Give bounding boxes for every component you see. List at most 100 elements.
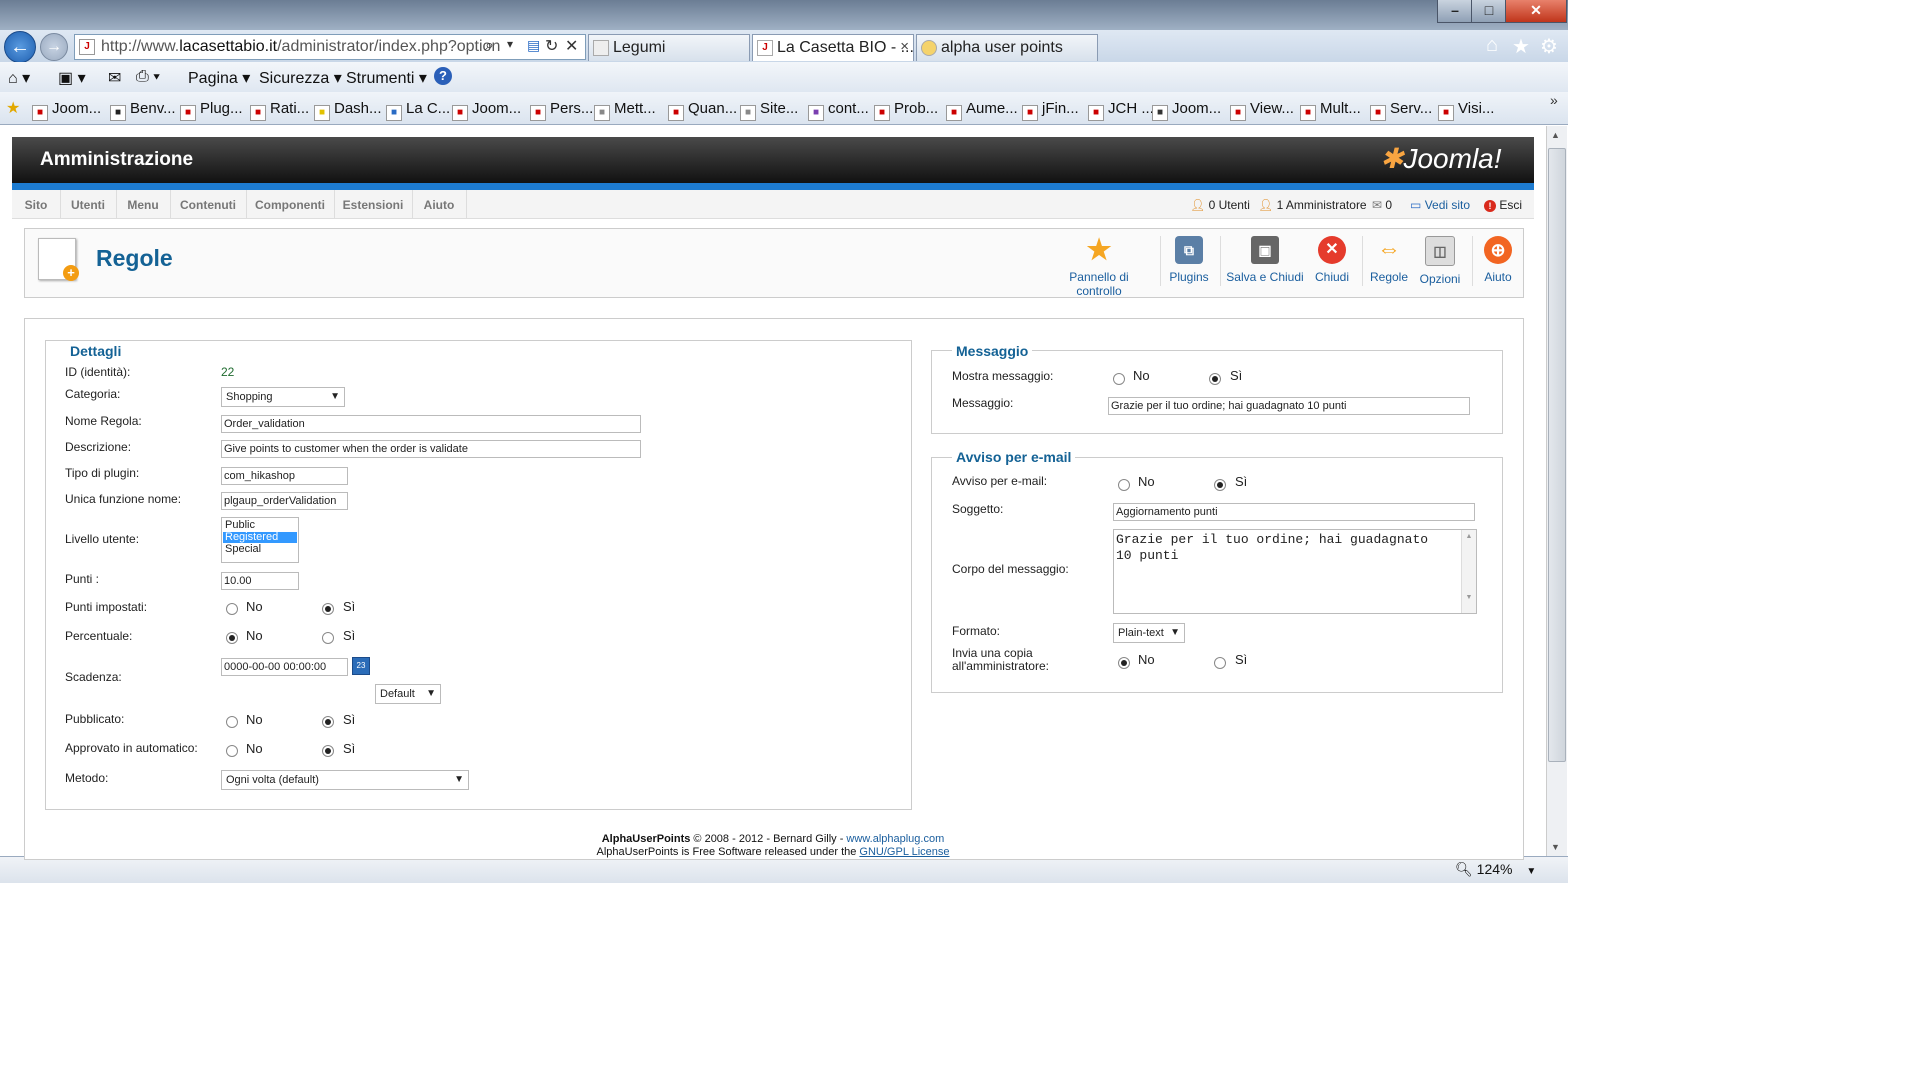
rule-name-input[interactable]: Order_validation bbox=[221, 415, 641, 433]
gear-icon[interactable]: ⚙ bbox=[1540, 34, 1558, 59]
plugins-button[interactable]: ⧉ Plugins bbox=[1166, 236, 1212, 290]
view-site-link[interactable]: ▭ Vedi sito bbox=[1410, 198, 1470, 212]
user-level-listbox[interactable]: Public Registered Special bbox=[221, 517, 299, 563]
favorites-star-icon[interactable]: ★ bbox=[6, 98, 20, 118]
tab-legumi[interactable]: Legumi bbox=[588, 34, 750, 61]
compatibility-view-icon[interactable]: ▤ bbox=[527, 37, 540, 54]
search-icon[interactable]: ⌕ bbox=[485, 37, 494, 55]
menu-strumenti[interactable]: Strumenti ▾ bbox=[346, 68, 427, 88]
favorite-link[interactable]: ■ Aume... bbox=[946, 100, 1018, 121]
tab-la-casetta-bio[interactable]: J La Casetta BIO - ... × bbox=[752, 34, 914, 61]
plugin-type-input[interactable]: com_hikashop bbox=[221, 467, 348, 485]
percentage-yes-radio[interactable] bbox=[322, 632, 334, 644]
favorite-link[interactable]: ■ Joom... bbox=[452, 100, 521, 121]
tab-alpha-user-points[interactable]: alpha user points bbox=[916, 34, 1098, 61]
menu-menu[interactable]: Menu bbox=[116, 190, 171, 218]
save-and-close-button[interactable]: ▣ Salva e Chiudi bbox=[1226, 236, 1304, 290]
copy-admin-no-radio[interactable] bbox=[1118, 657, 1130, 669]
rss-feed-icon[interactable]: ▣ ▾ bbox=[58, 68, 86, 88]
favorite-link[interactable]: ■ Plug... bbox=[180, 100, 243, 121]
favorite-link[interactable]: ■ Joom... bbox=[1152, 100, 1221, 121]
user-level-option[interactable]: Special bbox=[222, 544, 298, 555]
favorite-link[interactable]: ■ Visi... bbox=[1438, 100, 1494, 121]
favorite-link[interactable]: ■ Mett... bbox=[594, 100, 656, 121]
message-input[interactable]: Grazie per il tuo ordine; hai guadagnato… bbox=[1108, 397, 1470, 415]
show-message-no-radio[interactable] bbox=[1113, 373, 1125, 385]
favorite-link[interactable]: ■ Benv... bbox=[110, 100, 176, 121]
messages-status[interactable]: ✉ 0 bbox=[1372, 198, 1392, 212]
scrollbar-thumb[interactable] bbox=[1548, 148, 1566, 762]
auto-approved-no-radio[interactable] bbox=[226, 745, 238, 757]
close-button[interactable]: ✕ Chiudi bbox=[1310, 236, 1354, 290]
maximize-button[interactable]: □ bbox=[1471, 0, 1507, 23]
menu-sicurezza[interactable]: Sicurezza ▾ bbox=[259, 68, 342, 88]
fixed-points-no-radio[interactable] bbox=[226, 603, 238, 615]
favorite-link[interactable]: ■ Quan... bbox=[668, 100, 737, 121]
expiry-select[interactable]: Default ▼ bbox=[375, 684, 441, 704]
minimize-button[interactable]: – bbox=[1437, 0, 1473, 23]
category-select[interactable]: Shopping ▼ bbox=[221, 387, 345, 407]
favorite-link[interactable]: ■ Joom... bbox=[32, 100, 101, 121]
favorite-link[interactable]: ■ jFin... bbox=[1022, 100, 1079, 121]
published-yes-radio[interactable] bbox=[322, 716, 334, 728]
favorite-link[interactable]: ■ JCH ... bbox=[1088, 100, 1154, 121]
email-notify-no-radio[interactable] bbox=[1118, 479, 1130, 491]
method-select[interactable]: Ogni volta (default) ▼ bbox=[221, 770, 469, 790]
refresh-icon[interactable]: ↻ bbox=[545, 36, 558, 56]
stop-icon[interactable]: ✕ bbox=[565, 36, 578, 56]
user-level-option[interactable]: Public bbox=[222, 518, 298, 531]
favorite-link[interactable]: ■ cont... bbox=[808, 100, 869, 121]
scroll-up-icon[interactable]: ▲ bbox=[1551, 130, 1560, 140]
gpl-license-link[interactable]: GNU/GPL License bbox=[859, 846, 949, 858]
points-input[interactable]: 10.00 bbox=[221, 572, 299, 590]
user-level-option-selected[interactable]: Registered bbox=[223, 532, 297, 543]
favorites-star-icon[interactable]: ★ bbox=[1512, 34, 1530, 59]
back-arrow-icon[interactable]: ← bbox=[4, 31, 36, 63]
forward-arrow-icon[interactable]: → bbox=[40, 33, 68, 61]
subject-input[interactable]: Aggiornamento punti bbox=[1113, 503, 1475, 521]
menu-componenti[interactable]: Componenti bbox=[246, 190, 335, 218]
favorite-link[interactable]: ■ Serv... bbox=[1370, 100, 1432, 121]
body-textarea[interactable]: Grazie per il tuo ordine; hai guadagnato… bbox=[1113, 529, 1477, 614]
fixed-points-yes-radio[interactable] bbox=[322, 603, 334, 615]
control-panel-button[interactable]: ★ Pannello di controllo bbox=[1046, 236, 1152, 299]
scroll-down-icon[interactable]: ▼ bbox=[1462, 594, 1476, 601]
help-icon[interactable]: ? bbox=[434, 67, 452, 85]
menu-aiuto[interactable]: Aiuto bbox=[412, 190, 467, 218]
format-select[interactable]: Plain-text ▼ bbox=[1113, 623, 1185, 643]
print-icon[interactable]: ⎙ ▾ bbox=[136, 68, 160, 86]
close-tab-icon[interactable]: × bbox=[900, 38, 909, 55]
home-icon[interactable]: ⌂ bbox=[1486, 34, 1498, 57]
logout-link[interactable]: ! Esci bbox=[1484, 198, 1522, 212]
favorite-link[interactable]: ■ Mult... bbox=[1300, 100, 1361, 121]
window-close-button[interactable]: ✕ bbox=[1505, 0, 1567, 23]
rules-button[interactable]: ⇔ Regole bbox=[1368, 236, 1410, 290]
favorite-link[interactable]: ■ Rati... bbox=[250, 100, 309, 121]
menu-contenuti[interactable]: Contenuti bbox=[170, 190, 247, 218]
published-no-radio[interactable] bbox=[226, 716, 238, 728]
favorite-link[interactable]: ■ La C... bbox=[386, 100, 450, 121]
menu-utenti[interactable]: Utenti bbox=[60, 190, 117, 218]
mail-icon[interactable]: ✉ bbox=[108, 68, 121, 88]
description-input[interactable]: Give points to customer when the order i… bbox=[221, 440, 641, 458]
more-favorites-icon[interactable]: » bbox=[1550, 92, 1558, 108]
textarea-scrollbar[interactable]: ▲ ▼ bbox=[1461, 530, 1476, 613]
menu-sito[interactable]: Sito bbox=[12, 190, 61, 218]
address-bar[interactable]: J http://www.lacasettabio.it/administrat… bbox=[74, 34, 586, 60]
favorite-link[interactable]: ■ Prob... bbox=[874, 100, 938, 121]
alphaplug-link[interactable]: www.alphaplug.com bbox=[846, 833, 944, 845]
scroll-down-icon[interactable]: ▼ bbox=[1551, 842, 1560, 852]
favorite-link[interactable]: ■ Site... bbox=[740, 100, 798, 121]
percentage-no-radio[interactable] bbox=[226, 632, 238, 644]
address-dropdown-icon[interactable]: ▾ bbox=[507, 37, 513, 51]
scroll-up-icon[interactable]: ▲ bbox=[1462, 533, 1476, 540]
home-icon[interactable]: ⌂ ▾ bbox=[8, 68, 30, 88]
menu-pagina[interactable]: Pagina ▾ bbox=[188, 68, 250, 88]
expiry-date-input[interactable]: 0000-00-00 00:00:00 bbox=[221, 658, 348, 676]
favorite-link[interactable]: ■ View... bbox=[1230, 100, 1294, 121]
options-button[interactable]: ◫ Opzioni bbox=[1416, 236, 1464, 290]
calendar-icon[interactable]: 23 bbox=[352, 657, 370, 675]
zoom-control[interactable]: 🔍︎ 124% ▼ bbox=[1455, 861, 1536, 878]
help-button[interactable]: ⊕ Aiuto bbox=[1478, 236, 1518, 290]
auto-approved-yes-radio[interactable] bbox=[322, 745, 334, 757]
